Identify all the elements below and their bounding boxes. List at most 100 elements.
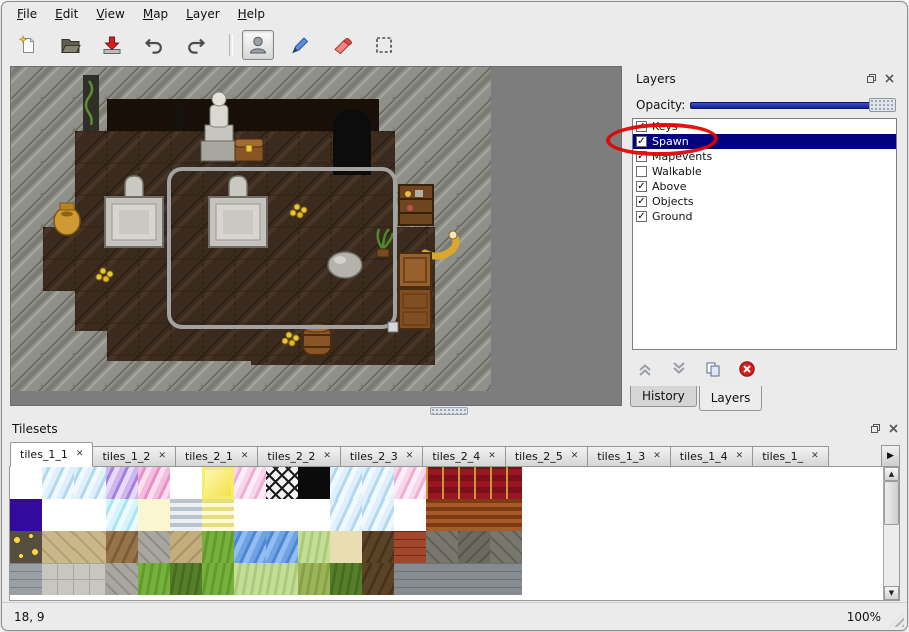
tileset-tab-tiles_2_1[interactable]: tiles_2_1 ✕	[176, 446, 258, 467]
menu-help[interactable]: Help	[229, 3, 274, 25]
opacity-slider[interactable]	[690, 97, 896, 113]
menu-file[interactable]: File	[8, 3, 46, 25]
scrollbar-thumb[interactable]	[884, 481, 899, 525]
tab-close-icon[interactable]: ✕	[488, 452, 496, 461]
redo-tool-button[interactable]	[180, 30, 212, 60]
layer-row-ground[interactable]: ✓ Ground	[633, 209, 896, 224]
tab-close-icon[interactable]: ✕	[323, 452, 331, 461]
tile-redCarpet[interactable]	[490, 467, 522, 499]
menu-edit[interactable]: Edit	[46, 3, 87, 25]
tile-stoneFloor[interactable]	[42, 563, 74, 595]
tile-grayBrick2[interactable]	[490, 563, 522, 595]
tile-cyanA[interactable]	[106, 499, 138, 531]
layer-visibility-checkbox[interactable]: ✓	[636, 196, 647, 207]
tile-brickRed[interactable]	[394, 531, 426, 563]
tile-grassGreen[interactable]	[138, 563, 170, 595]
tile-black[interactable]	[298, 467, 330, 499]
tile-pinkB[interactable]	[394, 467, 426, 499]
tile-waterA[interactable]	[362, 467, 394, 499]
tile-sandPale[interactable]	[330, 531, 362, 563]
tile-grassOlive[interactable]	[298, 563, 330, 595]
tab-close-icon[interactable]: ✕	[241, 452, 249, 461]
menu-layer[interactable]: Layer	[177, 3, 228, 25]
tile-white[interactable]	[234, 499, 266, 531]
tile-stoneFloor[interactable]	[74, 563, 106, 595]
tileset-tab-tiles_1_3[interactable]: tiles_1_3 ✕	[588, 446, 670, 467]
layer-visibility-checkbox[interactable]: ✓	[636, 136, 647, 147]
tile-waterDeep[interactable]	[234, 531, 266, 563]
tileset-scrollbar[interactable]: ▲ ▼	[883, 467, 899, 600]
tile-waterA[interactable]	[74, 467, 106, 499]
tab-close-icon[interactable]: ✕	[406, 452, 414, 461]
tile-waterA[interactable]	[362, 499, 394, 531]
tile-white[interactable]	[298, 499, 330, 531]
tile-grassPale[interactable]	[266, 563, 298, 595]
tile-stoneDark[interactable]	[426, 531, 458, 563]
tileset-tab-tiles_1_[interactable]: tiles_1_ ✕	[753, 446, 828, 467]
tile-grayBrick2[interactable]	[426, 563, 458, 595]
save-tool-button[interactable]	[96, 30, 128, 60]
dock-float-button[interactable]	[864, 71, 878, 85]
tile-white[interactable]	[394, 499, 426, 531]
tile-oreGold[interactable]	[10, 531, 42, 563]
tileset-tab-tiles_2_3[interactable]: tiles_2_3 ✕	[341, 446, 423, 467]
menu-map[interactable]: Map	[134, 3, 177, 25]
opacity-slider-handle[interactable]	[869, 98, 896, 112]
dock-close-button[interactable]	[882, 71, 896, 85]
scroll-up-button[interactable]: ▲	[884, 467, 899, 481]
delete-layer-button[interactable]	[736, 358, 758, 380]
opacity-slider-groove[interactable]	[690, 102, 894, 109]
tile-stripeGray[interactable]	[170, 499, 202, 531]
tile-grayBrick2[interactable]	[394, 563, 426, 595]
resize-grip[interactable]	[890, 613, 904, 627]
tile-stoneDark[interactable]	[490, 531, 522, 563]
dock-tab-layers[interactable]: Layers	[699, 386, 763, 411]
layer-visibility-checkbox[interactable]: ✓	[636, 181, 647, 192]
tab-close-icon[interactable]: ✕	[571, 452, 579, 461]
tile-waterDeep[interactable]	[266, 531, 298, 563]
tileset-tab-tiles_2_2[interactable]: tiles_2_2 ✕	[258, 446, 340, 467]
tile-pinkA[interactable]	[138, 467, 170, 499]
layer-row-spawn[interactable]: ✓ Spawn	[633, 134, 896, 149]
splitter-handle[interactable]	[430, 407, 468, 415]
layer-row-above[interactable]: ✓ Above	[633, 179, 896, 194]
tile-grassPale[interactable]	[234, 563, 266, 595]
stamp-tool-button[interactable]	[242, 30, 274, 60]
dock-tab-history[interactable]: History	[630, 386, 697, 407]
select-tool-button[interactable]	[368, 30, 400, 60]
eraser-tool-button[interactable]	[326, 30, 358, 60]
tile-cobbleGray[interactable]	[106, 563, 138, 595]
tab-close-icon[interactable]: ✕	[811, 452, 819, 461]
tile-white[interactable]	[170, 467, 202, 499]
tab-close-icon[interactable]: ✕	[76, 450, 84, 459]
layer-visibility-checkbox[interactable]: ✓	[636, 151, 647, 162]
tile-waterA[interactable]	[330, 499, 362, 531]
new-file-tool-button[interactable]	[12, 30, 44, 60]
map-canvas[interactable]	[10, 66, 622, 406]
tile-white[interactable]	[42, 499, 74, 531]
fill-tool-button[interactable]	[284, 30, 316, 60]
tile-stoneTan2[interactable]	[170, 531, 202, 563]
layer-row-walkable[interactable]: Walkable	[633, 164, 896, 179]
duplicate-layer-button[interactable]	[702, 358, 724, 380]
layer-visibility-checkbox[interactable]: ✓	[636, 121, 647, 132]
tile-waterA[interactable]	[42, 467, 74, 499]
tilesets-close-button[interactable]	[886, 421, 900, 435]
tile-grassDark[interactable]	[330, 563, 362, 595]
tile-woodStripe[interactable]	[490, 499, 522, 531]
tileset-tab-tiles_1_4[interactable]: tiles_1_4 ✕	[671, 446, 753, 467]
tile-cobbleGray[interactable]	[138, 531, 170, 563]
tile-redCarpet[interactable]	[426, 467, 458, 499]
layer-visibility-checkbox[interactable]	[636, 166, 647, 177]
tile-grassPale[interactable]	[298, 531, 330, 563]
tile-lattice[interactable]	[266, 467, 298, 499]
tileset-tab-tiles_1_1[interactable]: tiles_1_1 ✕	[10, 442, 93, 467]
open-tool-button[interactable]	[54, 30, 86, 60]
tab-scroll-right-button[interactable]: ▶	[881, 445, 900, 467]
tile-indigo[interactable]	[10, 499, 42, 531]
tile-white[interactable]	[10, 467, 42, 499]
tile-brickGray[interactable]	[10, 563, 42, 595]
tileset-tab-tiles_2_4[interactable]: tiles_2_4 ✕	[423, 446, 505, 467]
tile-purpleA[interactable]	[106, 467, 138, 499]
tile-dirtBrown[interactable]	[106, 531, 138, 563]
